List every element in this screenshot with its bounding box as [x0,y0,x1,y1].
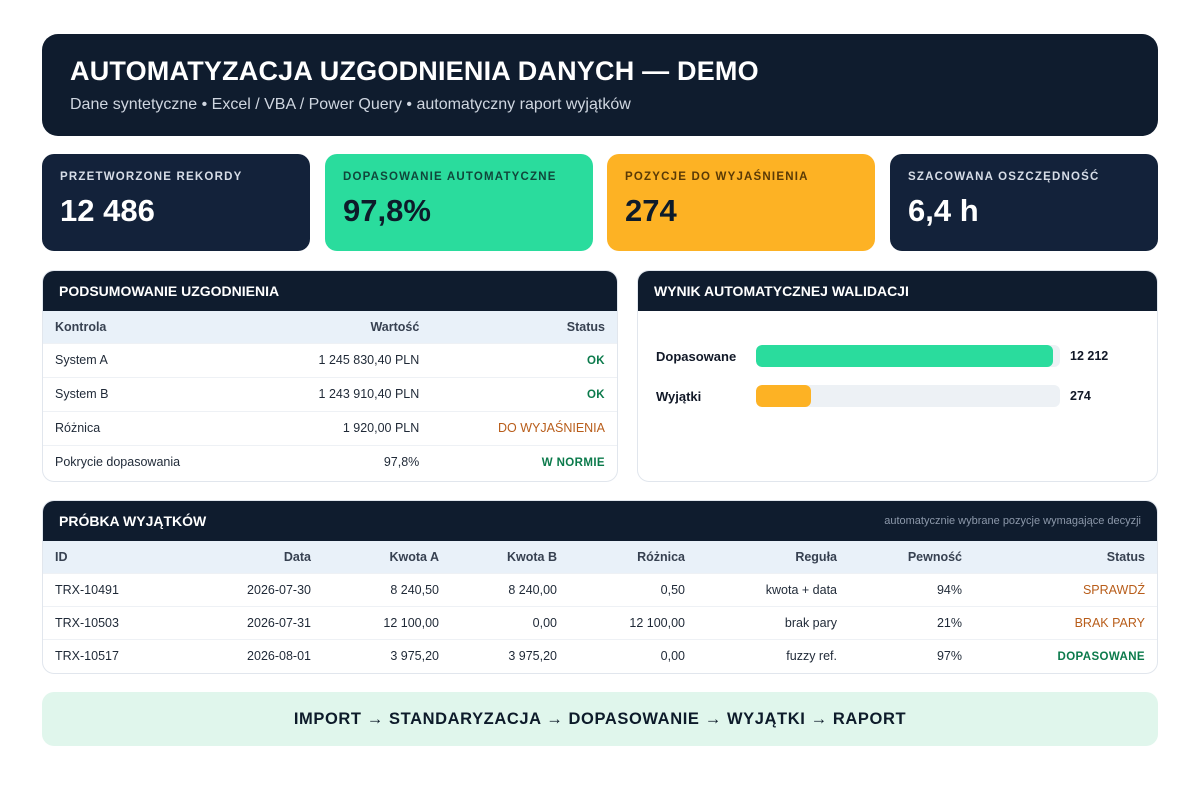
cell-date: 2026-07-30 [183,572,323,606]
cell-control: Pokrycie dopasowania [43,444,255,479]
exceptions-table: ID Data Kwota A Kwota B Różnica Reguła P… [43,541,1157,672]
kpi-label: SZACOWANA OSZCZĘDNOŚĆ [908,171,1100,183]
bar-track [756,345,1060,367]
column-header: Pewność [849,541,974,573]
panel-header: WYNIK AUTOMATYCZNEJ WALIDACJI [638,271,1157,311]
column-header: Kontrola [43,311,255,343]
cell-control: System A [43,342,255,377]
table-row: TRX-10503 2026-07-31 12 100,00 0,00 12 1… [43,605,1157,639]
bar-label: Dopasowane [656,348,737,364]
table-row: TRX-10517 2026-08-01 3 975,20 3 975,20 0… [43,638,1157,672]
cell-date: 2026-07-31 [183,605,323,639]
column-header: Kwota A [323,541,451,573]
cell-id: TRX-10491 [43,572,183,606]
panel-title: PRÓBKA WYJĄTKÓW [59,513,207,529]
column-header: Wartość [254,311,432,343]
cell-rule: fuzzy ref. [697,638,849,672]
column-header: ID [43,541,183,573]
column-header: Data [183,541,323,573]
bar-value: 12 212 [1070,349,1109,363]
column-header: Kwota B [451,541,569,573]
exceptions-sample-panel: PRÓBKA WYJĄTKÓW automatycznie wybrane po… [42,500,1158,674]
validation-result-panel: WYNIK AUTOMATYCZNEJ WALIDACJI Dopasowane… [637,270,1158,482]
status-badge: SPRAWDŹ [1082,582,1145,597]
table-row: System A 1 245 830,40 PLN OK [43,342,617,377]
kpi-label: POZYCJE DO WYJAŚNIENIA [625,171,809,183]
status-badge: OK [586,355,605,367]
cell-amount-a: 12 100,00 [323,605,451,639]
cell-amount-b: 8 240,00 [451,572,569,606]
kpi-label: PRZETWORZONE REKORDY [60,171,243,183]
bar-fill-matched [756,345,1054,367]
cell-rule: kwota + data [697,572,849,606]
bar-fill-exceptions [756,385,811,407]
kpi-card-processed-records: PRZETWORZONE REKORDY 12 486 [42,154,310,251]
panel-note: automatycznie wybrane pozycje wymagające… [884,515,1141,527]
panel-header: PRÓBKA WYJĄTKÓW automatycznie wybrane po… [43,501,1157,541]
table-header-row: ID Data Kwota A Kwota B Różnica Reguła P… [43,541,1157,573]
bar-row-exceptions: Wyjątki 274 [656,385,1139,407]
cell-control: Różnica [43,410,255,445]
table-row: Różnica 1 920,00 PLN DO WYJAŚNIENIA [43,410,617,445]
status-badge: BRAK PARY [1074,615,1145,630]
cell-confidence: 21% [849,605,974,639]
cell-date: 2026-08-01 [183,638,323,672]
bar-row-matched: Dopasowane 12 212 [656,345,1139,367]
column-header: Status [974,541,1157,573]
validation-bars: Dopasowane 12 212 Wyjątki 274 [638,311,1157,459]
cell-value: 1 920,00 PLN [254,410,432,445]
reconciliation-summary-panel: PODSUMOWANIE UZGODNIENIA Kontrola Wartoś… [42,270,618,482]
cell-confidence: 97% [849,638,974,672]
bar-label: Wyjątki [656,388,702,404]
status-badge: OK [586,389,605,401]
process-pipeline-banner: IMPORT → STANDARYZACJA → DOPASOWANIE → W… [42,692,1158,746]
kpi-value: 6,4 h [908,193,979,228]
status-badge: DOPASOWANE [1057,650,1145,663]
kpi-card-auto-match: DOPASOWANIE AUTOMATYCZNE 97,8% [325,154,593,251]
column-header: Różnica [569,541,697,573]
cell-control: System B [43,376,255,411]
kpi-label: DOPASOWANIE AUTOMATYCZNE [343,171,557,183]
panel-title: PODSUMOWANIE UZGODNIENIA [59,283,280,299]
cell-id: TRX-10503 [43,605,183,639]
kpi-card-estimated-savings: SZACOWANA OSZCZĘDNOŚĆ 6,4 h [890,154,1158,251]
cell-rule: brak pary [697,605,849,639]
bar-track [756,385,1060,407]
cell-amount-a: 3 975,20 [323,638,451,672]
kpi-value: 274 [625,193,677,228]
cell-id: TRX-10517 [43,638,183,672]
kpi-card-items-to-explain: POZYCJE DO WYJAŚNIENIA 274 [607,154,875,251]
cell-confidence: 94% [849,572,974,606]
kpi-value: 12 486 [60,193,155,228]
column-header: Status [431,311,617,343]
cell-difference: 12 100,00 [569,605,697,639]
page-title: AUTOMATYZACJA UZGODNIENIA DANYCH — DEMO [70,56,759,86]
status-badge: W NORMIE [541,457,605,470]
cell-difference: 0,00 [569,638,697,672]
cell-amount-b: 3 975,20 [451,638,569,672]
cell-value: 1 243 910,40 PLN [254,376,432,411]
table-row: TRX-10491 2026-07-30 8 240,50 8 240,00 0… [43,572,1157,606]
bar-value: 274 [1070,389,1091,403]
cell-amount-a: 8 240,50 [323,572,451,606]
status-badge: DO WYJAŚNIENIA [498,421,605,435]
cell-amount-b: 0,00 [451,605,569,639]
cell-difference: 0,50 [569,572,697,606]
column-header: Reguła [697,541,849,573]
cell-value: 1 245 830,40 PLN [254,342,432,377]
table-header-row: Kontrola Wartość Status [43,311,617,343]
cell-value: 97,8% [254,444,432,479]
page-subtitle: Dane syntetyczne • Excel / VBA / Power Q… [70,96,631,113]
table-row: Pokrycie dopasowania 97,8% W NORMIE [43,444,617,479]
summary-table: Kontrola Wartość Status System A 1 245 8… [43,311,617,479]
kpi-value: 97,8% [343,193,431,228]
page-header: AUTOMATYZACJA UZGODNIENIA DANYCH — DEMO … [42,34,1158,136]
table-row: System B 1 243 910,40 PLN OK [43,376,617,411]
panel-header: PODSUMOWANIE UZGODNIENIA [43,271,617,311]
panel-title: WYNIK AUTOMATYCZNEJ WALIDACJI [654,283,909,299]
